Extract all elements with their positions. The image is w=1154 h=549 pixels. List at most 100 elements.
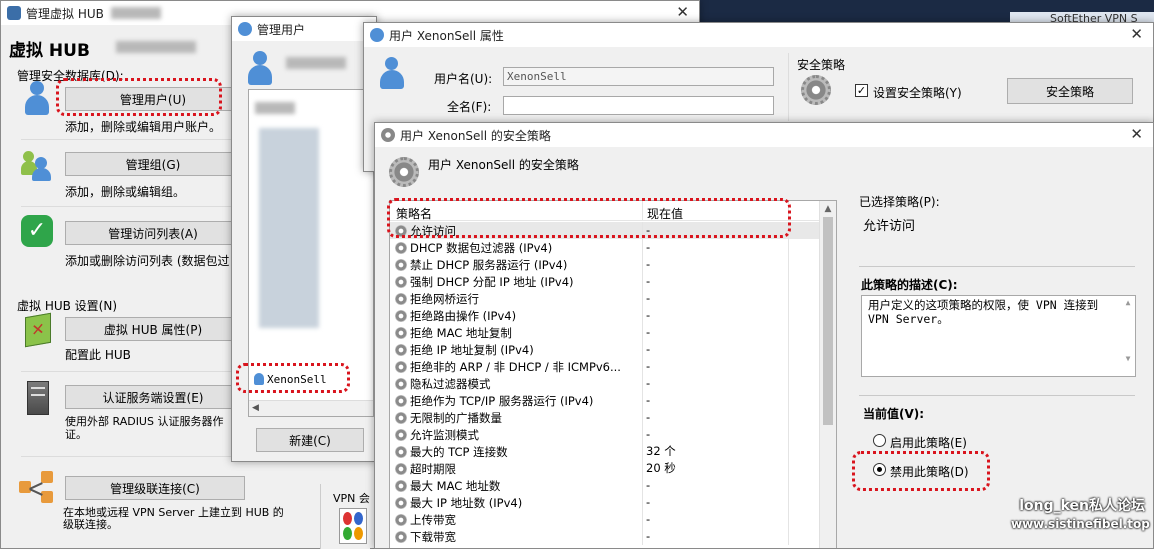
policy-list[interactable]: 策略名 现在值 允许访问 - DHCP 数据包过滤器 (IPv4) - 禁止 DHCP … (389, 200, 837, 548)
close-button[interactable]: ✕ (676, 4, 689, 20)
policy-row[interactable]: 拒绝网桥运行 - (390, 290, 830, 307)
user-icon (380, 57, 404, 89)
policy-rows: 允许访问 - DHCP 数据包过滤器 (IPv4) - 禁止 DHCP 服务器运行 (I… (390, 222, 830, 548)
watermark: long_ken私人论坛 www.sistinefibel.top (1011, 495, 1150, 531)
user-icon (248, 51, 272, 85)
manage-groups-button[interactable]: 管理组(G) (65, 152, 241, 176)
policy-name: 拒绝非的 ARP / 非 DHCP / 非 ICMPv6... (410, 359, 621, 374)
vpn-group-fragment: VPN 会 (320, 484, 370, 549)
vpn-label: VPN 会 (333, 492, 370, 505)
title-bar: 用户 XenonSell 属性 ✕ (364, 23, 1153, 47)
policy-gear-icon (395, 309, 407, 322)
security-policy-group-label: 安全策略 (797, 58, 846, 72)
policy-row[interactable]: 拒绝非的 ARP / 非 DHCP / 非 ICMPv6... - (390, 358, 830, 375)
policy-row[interactable]: 强制 DHCP 分配 IP 地址 (IPv4) - (390, 273, 830, 290)
policy-row[interactable]: 最大的 TCP 连接数 32 个 (390, 443, 830, 460)
policy-gear-icon (395, 326, 407, 339)
window-title: 管理虚拟 HUB (26, 6, 104, 21)
cascade-icon (19, 471, 55, 505)
policy-row[interactable]: DHCP 数据包过滤器 (IPv4) - (390, 239, 830, 256)
policy-name: 拒绝 IP 地址复制 (IPv4) (410, 342, 534, 357)
set-policy-label: 设置安全策略(Y) (873, 86, 962, 100)
policy-gear-icon (395, 496, 407, 509)
manage-groups-desc: 添加，删除或编辑组。 (65, 185, 186, 199)
horizontal-scrollbar[interactable]: ◀ (249, 400, 373, 416)
username-field[interactable]: XenonSell (503, 67, 774, 86)
vpn-colors-icon (339, 508, 367, 544)
policy-value: - (642, 256, 650, 273)
scroll-thumb[interactable] (823, 217, 833, 425)
enable-radio[interactable] (873, 434, 886, 447)
security-policy-window: 用户 XenonSell 的安全策略 ✕ 用户 XenonSell 的安全策略 … (374, 122, 1154, 549)
scroll-up-icon[interactable]: ▲ (820, 201, 836, 217)
policy-value: 20 秒 (642, 460, 676, 477)
hub-properties-button[interactable]: 虚拟 HUB 属性(P) (65, 317, 241, 341)
highlight-manage-users (56, 78, 222, 116)
policy-name: 拒绝作为 TCP/IP 服务器运行 (IPv4) (410, 393, 594, 408)
policy-row[interactable]: 拒绝作为 TCP/IP 服务器运行 (IPv4) - (390, 392, 830, 409)
manage-users-window: 管理用户 XenonSell ◀ 新建(C) (231, 16, 377, 462)
vertical-scrollbar[interactable]: ▲ (819, 201, 836, 548)
policy-row[interactable]: 无限制的广播数量 - (390, 409, 830, 426)
policy-row[interactable]: 拒绝 MAC 地址复制 - (390, 324, 830, 341)
cascade-button[interactable]: 管理级联连接(C) (65, 476, 245, 500)
policy-name: 强制 DHCP 分配 IP 地址 (IPv4) (410, 274, 574, 289)
description-scrollbar[interactable]: ▲ ▼ (1121, 296, 1135, 376)
cascade-desc: 在本地或远程 VPN Server 上建立到 HUB 的级联连接。 (63, 506, 284, 531)
fullname-field[interactable] (503, 96, 774, 115)
policy-row[interactable]: 最大 MAC 地址数 - (390, 477, 830, 494)
security-policy-button[interactable]: 安全策略 (1007, 78, 1133, 104)
policy-row[interactable]: 拒绝 IP 地址复制 (IPv4) - (390, 341, 830, 358)
watermark-line1: long_ken私人论坛 (1019, 498, 1145, 514)
policy-name: 拒绝路由操作 (IPv4) (410, 308, 517, 323)
highlight-xenonsell (236, 363, 350, 393)
manage-users-desc: 添加，删除或编辑用户账户。 (65, 120, 222, 134)
policy-value: 32 个 (642, 443, 676, 460)
close-button[interactable]: ✕ (1130, 26, 1143, 42)
description-text: 用户定义的这项策略的权限，使 VPN 连接到 VPN Server。 (868, 298, 1099, 326)
description-box[interactable]: 用户定义的这项策略的权限，使 VPN 连接到 VPN Server。 ▲ ▼ (861, 295, 1136, 377)
title-bar: 管理用户 (232, 17, 376, 41)
policy-name: 禁止 DHCP 服务器运行 (IPv4) (410, 257, 568, 272)
policy-name: 拒绝 MAC 地址复制 (410, 325, 512, 340)
policy-name: 超时期限 (410, 461, 456, 476)
policy-value: - (642, 494, 650, 511)
policy-value: - (642, 239, 650, 256)
policy-gear-icon (395, 377, 407, 390)
policy-gear-icon (395, 445, 407, 458)
policy-row[interactable]: 上传带宽 - (390, 511, 830, 528)
policy-gear-icon (395, 258, 407, 271)
policy-value: - (642, 375, 650, 392)
window-title: 用户 XenonSell 属性 (389, 28, 504, 43)
policy-value: - (642, 392, 650, 409)
selected-policy-value: 允许访问 (863, 219, 916, 234)
policy-row[interactable]: 禁止 DHCP 服务器运行 (IPv4) - (390, 256, 830, 273)
policy-row[interactable]: 超时期限 20 秒 (390, 460, 830, 477)
policy-row[interactable]: 拒绝路由操作 (IPv4) - (390, 307, 830, 324)
enable-label[interactable]: 启用此策略(E) (890, 434, 967, 451)
policy-row[interactable]: 下载带宽 - (390, 528, 830, 545)
manage-acl-button[interactable]: 管理访问列表(A) (65, 221, 241, 245)
window-title: 管理用户 (257, 22, 306, 37)
policy-value: - (642, 273, 650, 290)
window-title: 用户 XenonSell 的安全策略 (400, 128, 551, 143)
policy-row[interactable]: 最大 IP 地址数 (IPv4) - (390, 494, 830, 511)
auth-server-button[interactable]: 认证服务端设置(E) (65, 385, 241, 409)
auth-server-desc: 使用外部 RADIUS 认证服务器作证。 (65, 415, 224, 441)
hub-icon: ✕ (25, 312, 51, 348)
gear-icon (801, 75, 831, 105)
set-policy-checkbox[interactable]: ✓ (855, 84, 868, 97)
new-user-button[interactable]: 新建(C) (256, 428, 364, 452)
policy-gear-icon (395, 360, 407, 373)
policy-name: 最大的 TCP 连接数 (410, 444, 508, 459)
policy-gear-icon (395, 292, 407, 305)
user-title-icon (238, 22, 252, 36)
current-value-label: 当前值(V): (863, 407, 925, 421)
policy-row[interactable]: 允许监测模式 - (390, 426, 830, 443)
policy-name: 上传带宽 (410, 512, 456, 527)
policy-row[interactable]: 隐私过滤器模式 - (390, 375, 830, 392)
hub-settings-label: 虚拟 HUB 设置(N) (17, 299, 118, 313)
close-button[interactable]: ✕ (1130, 126, 1143, 142)
highlight-disable-option (852, 451, 990, 491)
policy-value: - (642, 426, 650, 443)
